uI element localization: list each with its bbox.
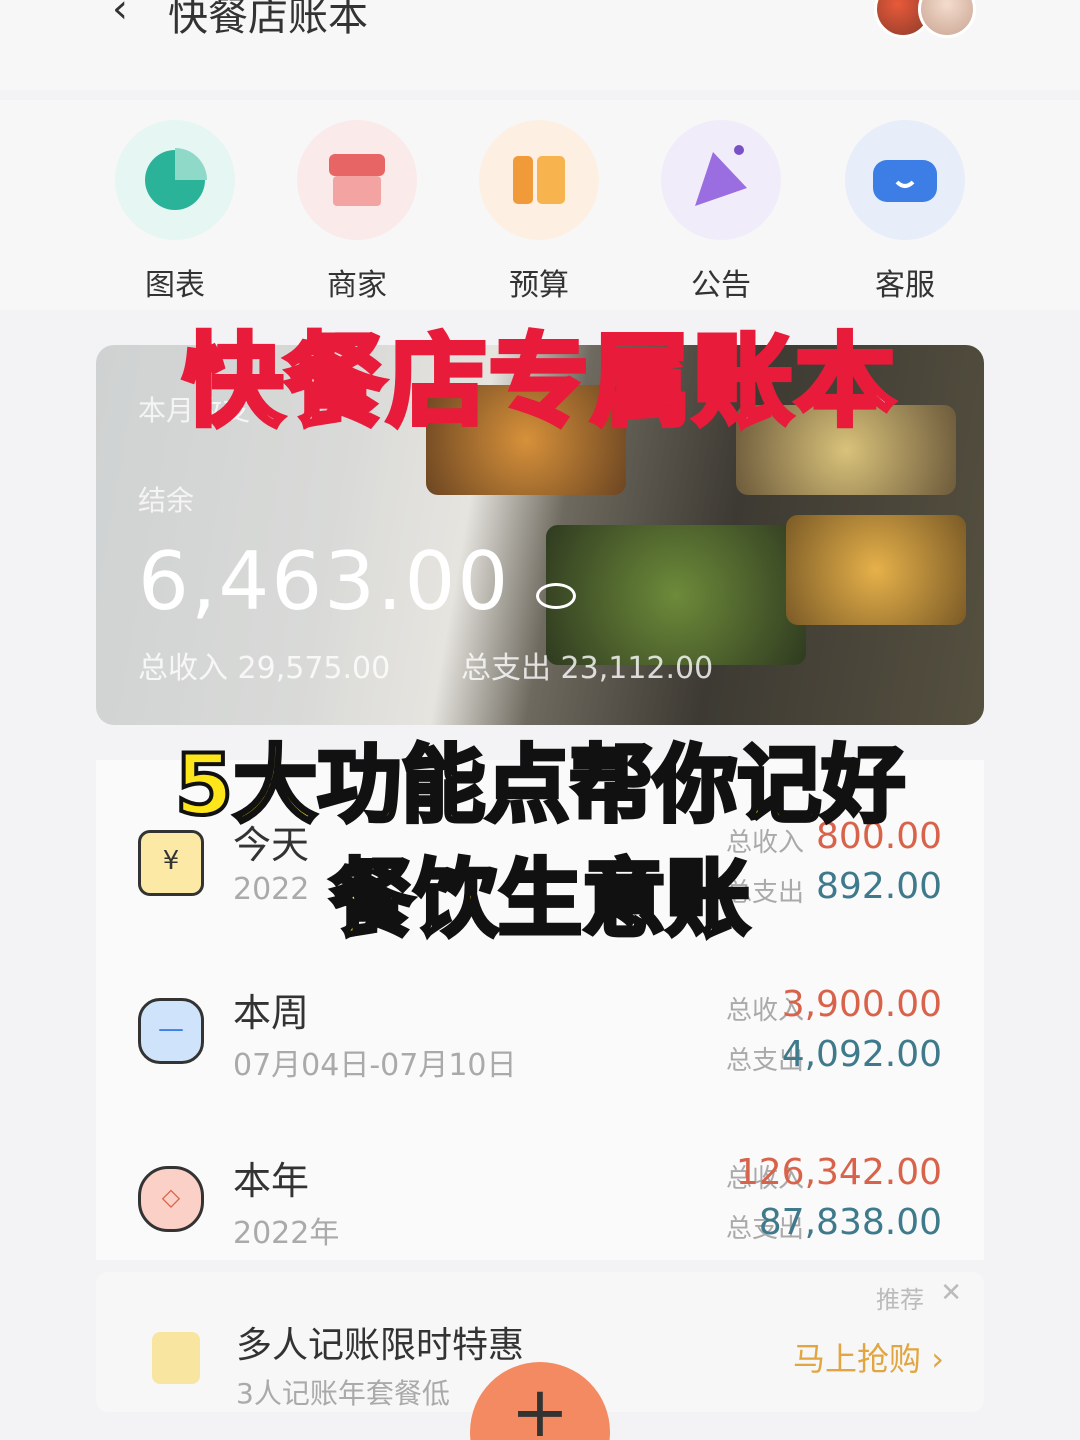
promo-title: 多人记账限时特惠 <box>236 1325 525 1366</box>
customer-service-icon <box>845 120 965 240</box>
megaphone-icon <box>661 120 781 240</box>
income-label: 总收入 <box>138 651 228 686</box>
menu-label: 商家 <box>327 268 387 303</box>
screen: ‹ 快餐店账本 图表 商家 预算 公告 客服 本月收支 结余 6,463.00 … <box>0 0 1080 1440</box>
menu-item-customer-service[interactable]: 客服 <box>830 110 980 303</box>
menu-item-chart[interactable]: 图表 <box>100 110 250 303</box>
avatar <box>918 0 976 38</box>
close-icon[interactable]: ✕ <box>940 1278 962 1308</box>
period-date: 2022年 <box>233 1216 340 1251</box>
chevron-right-icon: › <box>931 1340 944 1378</box>
menu-label: 客服 <box>875 268 935 303</box>
menu-label: 图表 <box>145 268 205 303</box>
feature-menu: 图表 商家 预算 公告 客服 <box>0 100 1080 310</box>
total-expense: 总支出 23,112.00 <box>461 643 713 687</box>
expense-value: 4,092.00 <box>781 1034 942 1075</box>
overlay-line-2: 5大功能点帮你记好 <box>173 734 907 836</box>
menu-label: 公告 <box>691 268 751 303</box>
week-calendar-icon: — <box>138 998 204 1064</box>
buy-now-link[interactable]: 马上抢购 › <box>793 1334 944 1380</box>
promo-subtitle: 3人记账年套餐低 <box>236 1377 450 1410</box>
balance-label: 结余 <box>138 484 195 517</box>
overlay-headline: 快餐店专属账本 <box>181 321 898 443</box>
income-value: 29,575.00 <box>237 651 391 686</box>
lantern-icon: ◇ <box>138 1166 204 1232</box>
total-income: 总收入 29,575.00 <box>138 643 390 687</box>
buy-now-label: 马上抢购 <box>793 1340 922 1378</box>
menu-item-budget[interactable]: 预算 <box>464 110 614 303</box>
eye-icon[interactable] <box>536 583 576 609</box>
balance-value: 6,463.00 <box>138 535 511 628</box>
menu-item-merchant[interactable]: 商家 <box>282 110 432 303</box>
expense-value: 87,838.00 <box>758 1202 942 1243</box>
top-bar: ‹ 快餐店账本 <box>0 0 1080 90</box>
menu-item-announcement[interactable]: 公告 <box>646 110 796 303</box>
shop-icon <box>297 120 417 240</box>
list-item[interactable]: — 本周 07月04日-07月10日 总收入 3,900.00 总支出 4,09… <box>96 984 984 1158</box>
chevron-left-icon[interactable]: ‹ <box>112 0 128 32</box>
page-title: 快餐店账本 <box>168 0 368 40</box>
period-name: 本周 <box>233 991 310 1035</box>
food-photo <box>786 515 966 625</box>
income-value: 126,342.00 <box>735 1152 942 1193</box>
period-date: 07月04日-07月10日 <box>233 1048 517 1083</box>
menu-label: 预算 <box>509 268 569 303</box>
overlay-line-3: 餐饮生意账 <box>328 848 752 950</box>
pie-chart-icon <box>115 120 235 240</box>
budget-icon <box>479 120 599 240</box>
gift-icon <box>152 1332 200 1384</box>
income-value: 3,900.00 <box>781 984 942 1025</box>
member-avatars[interactable] <box>874 0 984 38</box>
expense-label: 总支出 <box>461 651 551 686</box>
period-name: 本年 <box>233 1159 310 1203</box>
recommend-tag: 推荐 <box>876 1286 924 1314</box>
expense-value: 23,112.00 <box>560 651 714 686</box>
